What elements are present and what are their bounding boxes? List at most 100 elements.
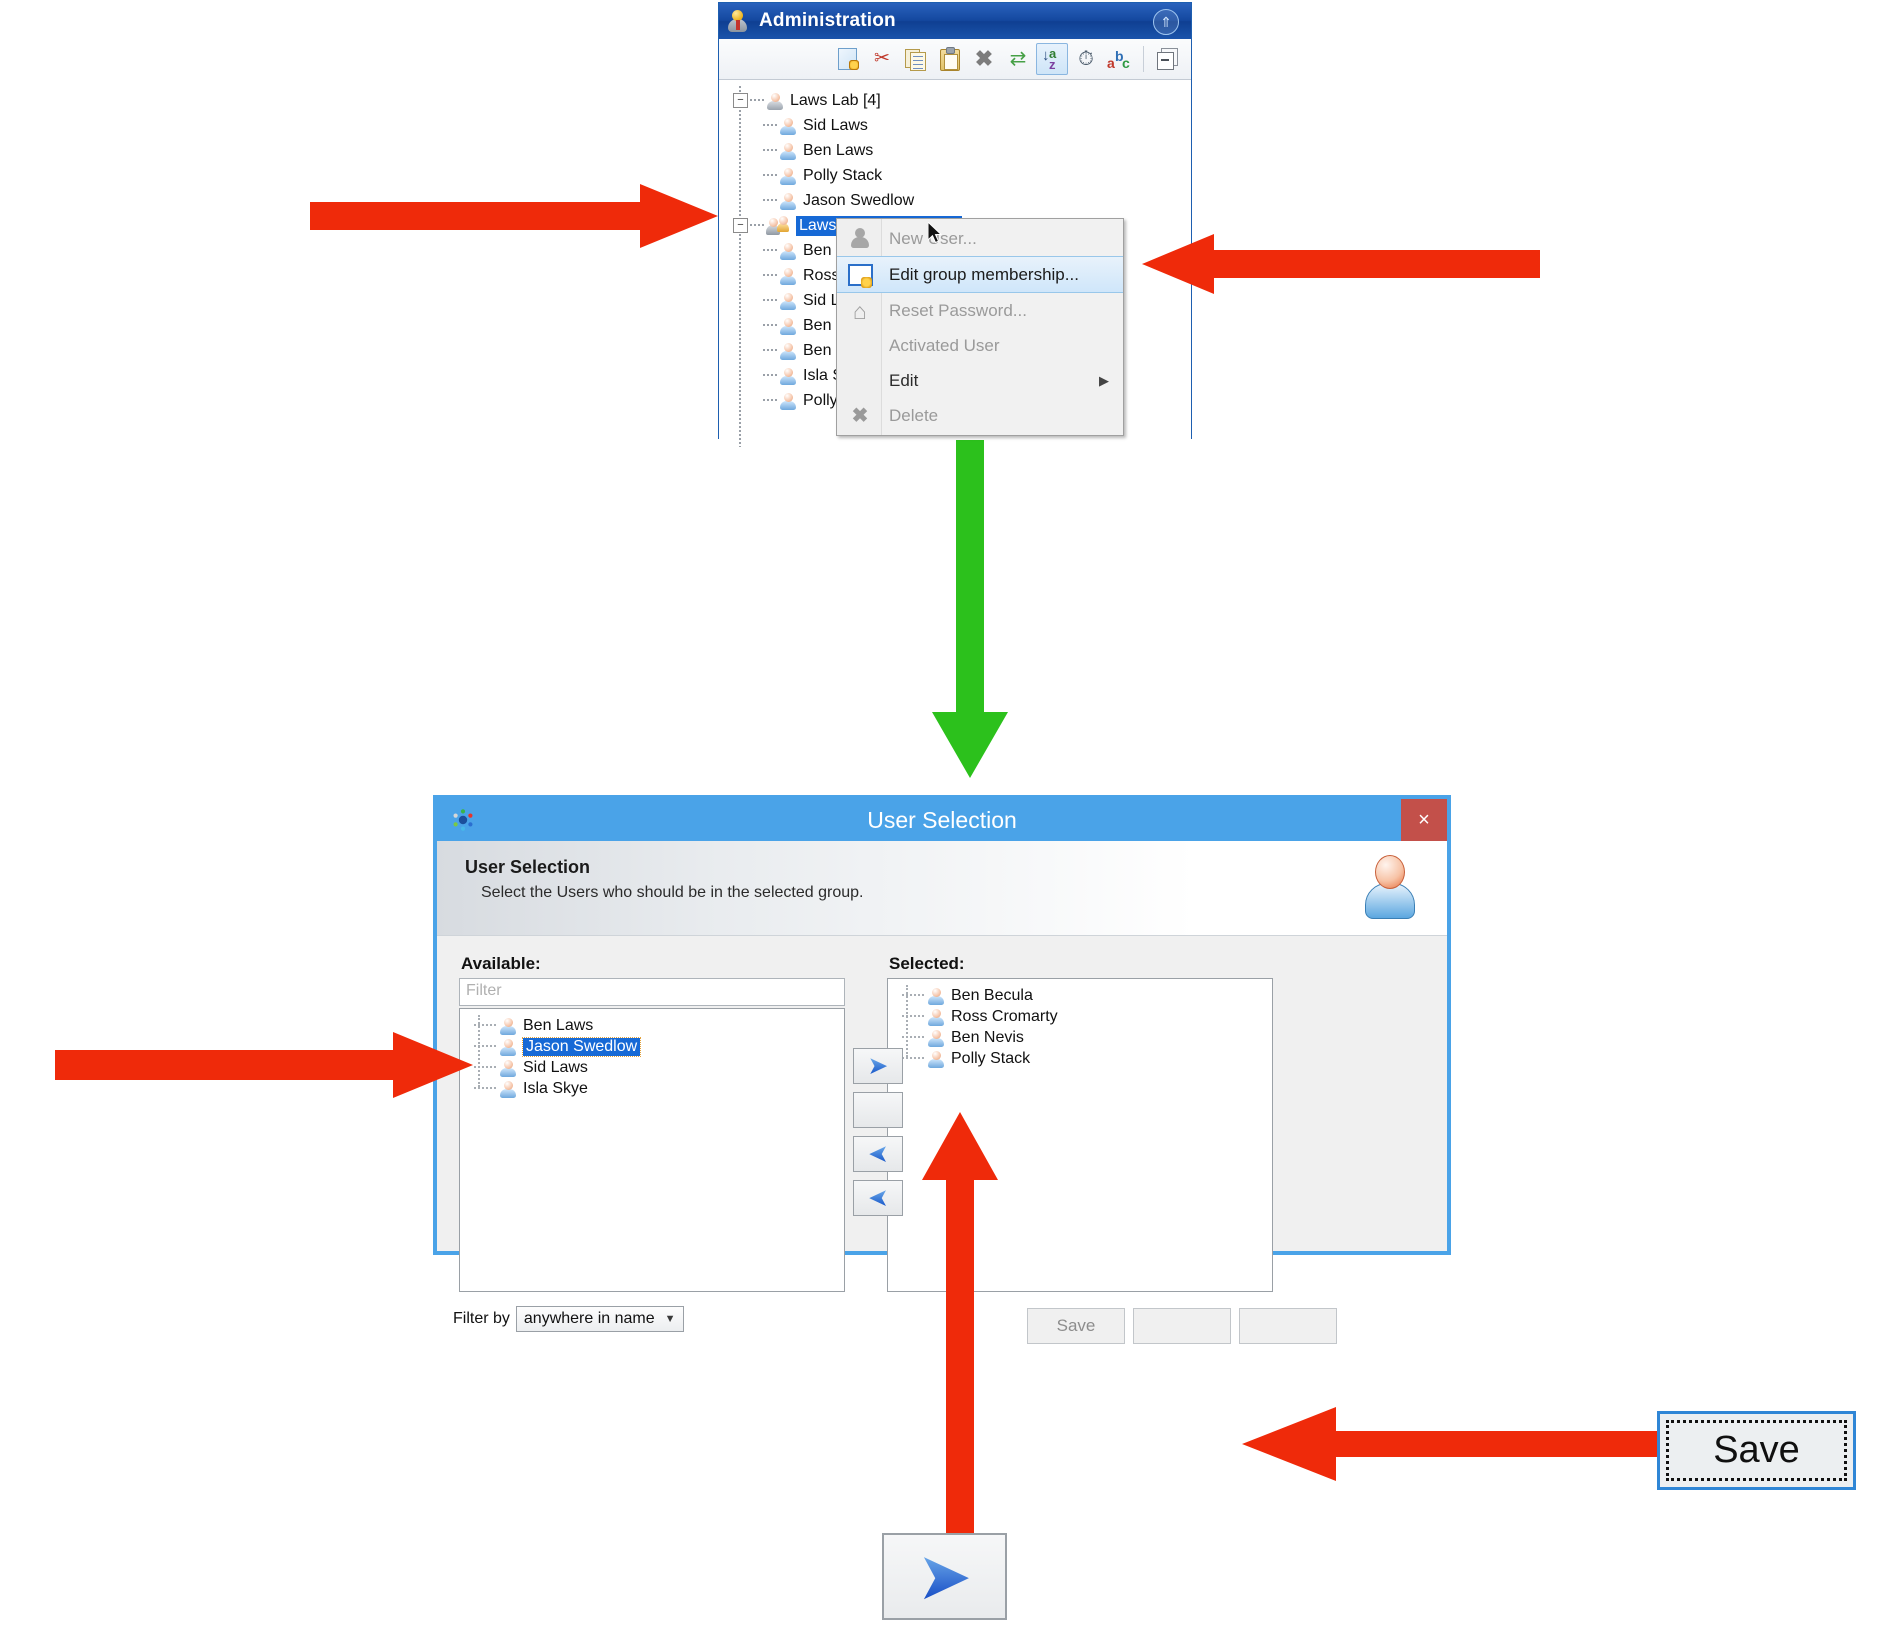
dialog-header-banner: User Selection Select the Users who shou… [437, 841, 1447, 936]
list-item[interactable]: Ben Nevis [888, 1027, 1272, 1048]
user-icon [847, 226, 873, 252]
move-right-all-button[interactable] [853, 1092, 903, 1128]
user-admin-icon [727, 9, 749, 33]
menu-item-edit[interactable]: Edit ▶ [837, 363, 1123, 398]
save-button[interactable]: Save [1027, 1308, 1125, 1344]
tree-connector [750, 99, 764, 102]
user-icon [779, 142, 797, 160]
save-callout: Save [1657, 1411, 1856, 1490]
secondary-button-3[interactable] [1239, 1308, 1337, 1344]
list-item-label: Ben Laws [523, 1016, 594, 1034]
menu-item-new-user[interactable]: New User... [837, 221, 1123, 256]
dialog-header-title: User Selection [465, 857, 591, 877]
expander-minus-icon[interactable]: − [733, 218, 748, 233]
move-right-one-button[interactable]: ➤ [853, 1048, 903, 1084]
list-item[interactable]: Polly Stack [888, 1048, 1272, 1069]
menu-item-activated-user[interactable]: Activated User [837, 328, 1123, 363]
expander-minus-icon[interactable]: − [733, 93, 748, 108]
arrow-to-available-user [55, 1032, 473, 1098]
chevron-right-icon: ➤ [868, 1053, 888, 1078]
copy-button[interactable] [900, 43, 932, 75]
cut-button[interactable]: ✂ [866, 43, 898, 75]
tree-connector [763, 349, 777, 352]
user-icon [779, 192, 797, 210]
list-item-label: Ross Cromarty [951, 1007, 1058, 1025]
double-chevron-left-icon: ➤ [868, 1185, 888, 1210]
chevron-right-icon: ➤ [919, 1542, 970, 1610]
tree-node-user[interactable]: Polly Stack [733, 163, 1191, 188]
user-icon [499, 1038, 517, 1056]
sort-a-z-icon: ↓ a z [1042, 46, 1057, 72]
filter-by-row: Filter by anywhere in name ▼ [453, 1306, 684, 1332]
tree-node-user[interactable]: Sid Laws [733, 113, 1191, 138]
refresh-button[interactable]: ⇄ [1002, 43, 1034, 75]
tree-node-group[interactable]: − Laws Lab [4] [733, 88, 1191, 113]
sort-az-button[interactable]: ↓ a z [1036, 43, 1068, 75]
tree-connector [763, 399, 777, 402]
delete-button[interactable]: ✖ [968, 43, 1000, 75]
group-icon [766, 92, 784, 110]
user-icon [499, 1059, 517, 1077]
history-button[interactable]: ⏱ [1070, 43, 1102, 75]
tree-connector [902, 1057, 924, 1060]
menu-item-label: Reset Password... [889, 300, 1027, 320]
tree-connector [763, 174, 777, 177]
chevron-double-up-icon[interactable]: ⇑ [1153, 9, 1179, 35]
filter-by-label: Filter by [453, 1310, 510, 1327]
user-icon [927, 1029, 945, 1047]
save-callout-label: Save [1713, 1429, 1800, 1471]
list-item[interactable]: Sid Laws [460, 1057, 844, 1078]
edit-group-icon [847, 262, 873, 288]
tree-node-label: Polly Stack [803, 166, 883, 184]
menu-item-delete[interactable]: ✖ Delete [837, 398, 1123, 433]
new-document-icon [836, 47, 860, 71]
mouse-cursor [928, 222, 944, 246]
available-users-list[interactable]: Ben Laws Jason Swedlow Sid Laws Isla Sky… [459, 1008, 845, 1292]
administration-title: Administration [759, 10, 896, 31]
paste-icon [938, 47, 962, 71]
tree-connector [474, 1045, 496, 1048]
arrow-to-group-node [310, 184, 718, 248]
list-item[interactable]: Ben Laws [460, 1015, 844, 1036]
tree-connector [902, 1015, 924, 1018]
tree-connector [902, 994, 924, 997]
list-item[interactable]: Isla Skye [460, 1078, 844, 1099]
tree-connector [474, 1066, 496, 1069]
menu-item-label: Edit group membership... [889, 264, 1079, 284]
administration-titlebar: Administration ⇑ [719, 3, 1191, 39]
move-left-one-button[interactable]: ➤ [853, 1136, 903, 1172]
tree-connector [763, 249, 777, 252]
tree-node-user[interactable]: Ben Laws [733, 138, 1191, 163]
collapse-all-button[interactable] [1151, 43, 1183, 75]
move-left-all-button[interactable]: ➤ [853, 1180, 903, 1216]
menu-item-edit-group-membership[interactable]: Edit group membership... [837, 256, 1123, 293]
tree-connector [763, 149, 777, 152]
tree-connector [763, 199, 777, 202]
list-item[interactable]: Ross Cromarty [888, 1006, 1272, 1027]
menu-item-reset-password[interactable]: ⌂ Reset Password... [837, 293, 1123, 328]
list-item-label: Ben Becula [951, 986, 1033, 1004]
tree-connector [763, 274, 777, 277]
user-icon [779, 242, 797, 260]
tree-node-label: Ben Laws [803, 141, 874, 159]
menu-item-label: Delete [889, 405, 939, 425]
user-icon [779, 117, 797, 135]
new-item-button[interactable] [832, 43, 864, 75]
secondary-button-2[interactable] [1133, 1308, 1231, 1344]
user-icon [779, 342, 797, 360]
list-item-selected[interactable]: Jason Swedlow [460, 1036, 844, 1057]
menu-item-label: Activated User [889, 335, 1000, 355]
list-item[interactable]: Ben Becula [888, 985, 1272, 1006]
paste-button[interactable] [934, 43, 966, 75]
menu-item-label: Edit [889, 370, 919, 390]
tree-connector [474, 1024, 496, 1027]
spelling-button[interactable]: abc [1104, 43, 1136, 75]
abc-letters-icon: abc [1107, 48, 1130, 71]
user-icon [779, 292, 797, 310]
filter-by-select[interactable]: anywhere in name ▼ [515, 1306, 684, 1332]
tree-node-user[interactable]: Jason Swedlow [733, 188, 1191, 213]
close-icon[interactable]: × [1401, 799, 1447, 841]
filter-input[interactable]: Filter [459, 978, 845, 1006]
save-button-label: Save [1056, 1316, 1096, 1335]
administration-toolbar: ✂ ✖ ⇄ ↓ a z ⏱ abc [719, 39, 1191, 80]
